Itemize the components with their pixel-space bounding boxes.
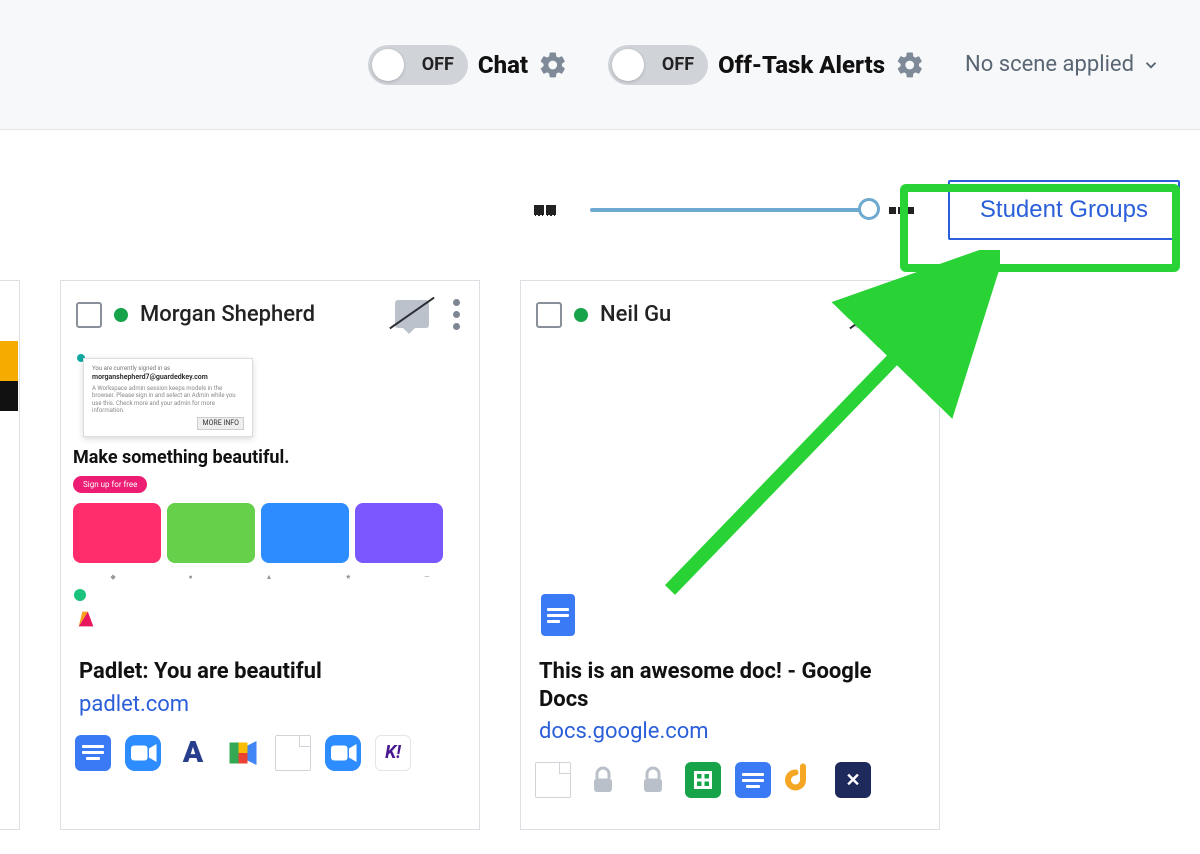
toggle-knob xyxy=(612,49,644,81)
open-tabs-row: A K! xyxy=(61,731,479,783)
active-tab-title: Padlet: You are beautiful xyxy=(61,648,479,686)
offtask-toggle[interactable]: OFF xyxy=(608,45,708,85)
slider-track xyxy=(590,208,870,212)
student-card-partial xyxy=(0,280,20,830)
origami-icon xyxy=(75,608,97,630)
card-size-slider[interactable] xyxy=(590,200,870,220)
select-student-checkbox[interactable] xyxy=(76,302,102,328)
student-screen-preview[interactable] xyxy=(529,348,931,648)
student-groups-button[interactable]: Student Groups xyxy=(948,180,1180,240)
tab-close-icon[interactable]: ✕ xyxy=(835,762,871,798)
chat-toggle-group: OFF Chat xyxy=(368,45,568,85)
tab-sheets-icon[interactable] xyxy=(685,762,721,798)
tab-blank-icon[interactable] xyxy=(275,735,311,771)
active-tab-url[interactable]: docs.google.com xyxy=(521,713,939,758)
toggle-knob xyxy=(372,49,404,81)
more-menu-icon[interactable] xyxy=(909,299,924,330)
status-online-icon xyxy=(114,308,128,322)
tab-lock-icon[interactable] xyxy=(635,762,671,798)
student-card: Morgan Shepherd You are currently signed… xyxy=(60,280,480,830)
grid-small-icon[interactable] xyxy=(888,206,930,215)
top-toolbar: OFF Chat OFF Off-Task Alerts No scene ap… xyxy=(0,0,1200,130)
more-menu-icon[interactable] xyxy=(449,299,464,330)
tab-docs-icon[interactable] xyxy=(735,762,771,798)
tab-jamboard-icon[interactable] xyxy=(785,762,821,798)
grid-large-icon[interactable] xyxy=(533,204,572,216)
gear-icon[interactable] xyxy=(538,50,568,80)
tab-meet-icon[interactable] xyxy=(225,735,261,771)
chat-toggle-state: OFF xyxy=(422,54,454,75)
active-tab-title: This is an awesome doc! - Google Docs xyxy=(521,648,939,713)
student-card: Neil Gu This is an awesome doc! - Google… xyxy=(520,280,940,830)
docs-favicon-icon xyxy=(541,594,575,636)
scene-label: No scene applied xyxy=(965,52,1134,77)
chat-disabled-icon[interactable] xyxy=(855,300,889,330)
tab-zoom-icon[interactable] xyxy=(125,735,161,771)
offtask-toggle-state: OFF xyxy=(662,54,694,75)
gear-icon[interactable] xyxy=(895,50,925,80)
scene-dropdown[interactable]: No scene applied xyxy=(965,52,1160,77)
offtask-label: Off-Task Alerts xyxy=(718,51,885,79)
slider-thumb[interactable] xyxy=(858,198,880,220)
chat-disabled-icon[interactable] xyxy=(395,300,429,330)
status-online-icon xyxy=(574,308,588,322)
offtask-toggle-group: OFF Off-Task Alerts xyxy=(608,45,925,85)
open-tabs-row: ✕ xyxy=(521,758,939,810)
active-tab-url[interactable]: padlet.com xyxy=(61,686,479,731)
screenshot-cta: Sign up for free xyxy=(73,476,147,493)
view-controls: Student Groups xyxy=(0,130,1200,270)
chat-label: Chat xyxy=(478,51,528,79)
student-name: Neil Gu xyxy=(600,302,843,327)
tab-zoom-icon[interactable] xyxy=(325,735,361,771)
tab-a-icon[interactable]: A xyxy=(175,735,211,771)
tab-kahoot-icon[interactable]: K! xyxy=(375,735,411,771)
tab-blank-icon[interactable] xyxy=(535,762,571,798)
card-header: Morgan Shepherd xyxy=(61,281,479,348)
tab-lock-icon[interactable] xyxy=(585,762,621,798)
card-header: Neil Gu xyxy=(521,281,939,348)
select-student-checkbox[interactable] xyxy=(536,302,562,328)
student-name: Morgan Shepherd xyxy=(140,302,383,327)
student-cards: Morgan Shepherd You are currently signed… xyxy=(0,280,1200,830)
tab-docs-icon[interactable] xyxy=(75,735,111,771)
chat-toggle[interactable]: OFF xyxy=(368,45,468,85)
student-screen-preview[interactable]: You are currently signed in as morganshe… xyxy=(69,348,471,648)
chevron-down-icon xyxy=(1142,56,1160,74)
screenshot-headline: Make something beautiful. xyxy=(73,447,467,468)
